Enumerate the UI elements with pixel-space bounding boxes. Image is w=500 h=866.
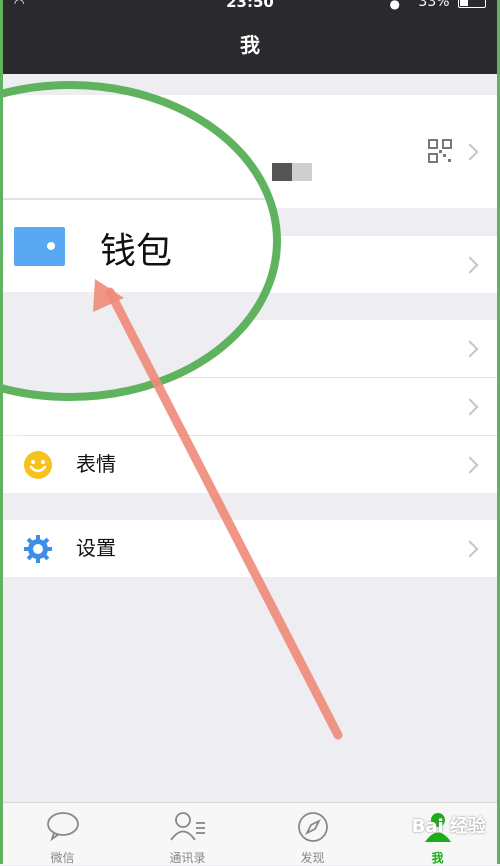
menu-item-label: 表情 <box>76 452 116 476</box>
tab-chats[interactable]: 微信 <box>0 803 125 865</box>
chevron-right-icon <box>461 143 479 160</box>
battery-percent: 33% <box>418 0 450 10</box>
chevron-right-icon <box>461 540 479 557</box>
tab-label: 发现 <box>300 851 325 865</box>
emoji-icon <box>24 451 52 479</box>
chevron-right-icon <box>461 398 479 415</box>
nav-bar: 我 <box>0 16 500 74</box>
blurred-id <box>272 163 292 181</box>
menu-item-settings[interactable]: 设置 <box>0 520 500 577</box>
menu-item-emoji[interactable]: 表情 <box>0 436 500 493</box>
status-bar: ◠ 23:50 ● 33% <box>0 0 500 16</box>
gear-icon <box>24 535 52 563</box>
alarm-icon: ● <box>389 0 400 11</box>
chevron-right-icon <box>461 456 479 473</box>
qr-code-icon[interactable] <box>428 139 452 163</box>
chevron-right-icon <box>461 256 479 273</box>
battery-status: 33% <box>418 0 486 10</box>
wallet-row[interactable] <box>0 236 500 293</box>
tab-label: 微信 <box>50 851 75 865</box>
chat-bubble-icon <box>46 812 79 841</box>
list-item[interactable] <box>0 320 500 377</box>
menu-item-label: 设置 <box>76 536 116 560</box>
battery-icon <box>458 0 486 8</box>
contacts-icon <box>169 812 205 841</box>
tab-label: 我 <box>431 851 444 865</box>
tab-contacts[interactable]: 通讯录 <box>125 803 250 865</box>
wallet-label[interactable]: 钱包 <box>100 222 172 274</box>
list-item[interactable] <box>0 378 500 435</box>
profile-card[interactable] <box>0 95 500 208</box>
blurred-id <box>292 163 312 181</box>
compass-icon <box>297 812 328 842</box>
tab-label: 通讯录 <box>169 851 206 865</box>
tab-discover[interactable]: 发现 <box>250 803 375 865</box>
page-title: 我 <box>240 33 260 57</box>
chevron-right-icon <box>461 340 479 357</box>
watermark: Bai 经验 <box>411 816 486 837</box>
